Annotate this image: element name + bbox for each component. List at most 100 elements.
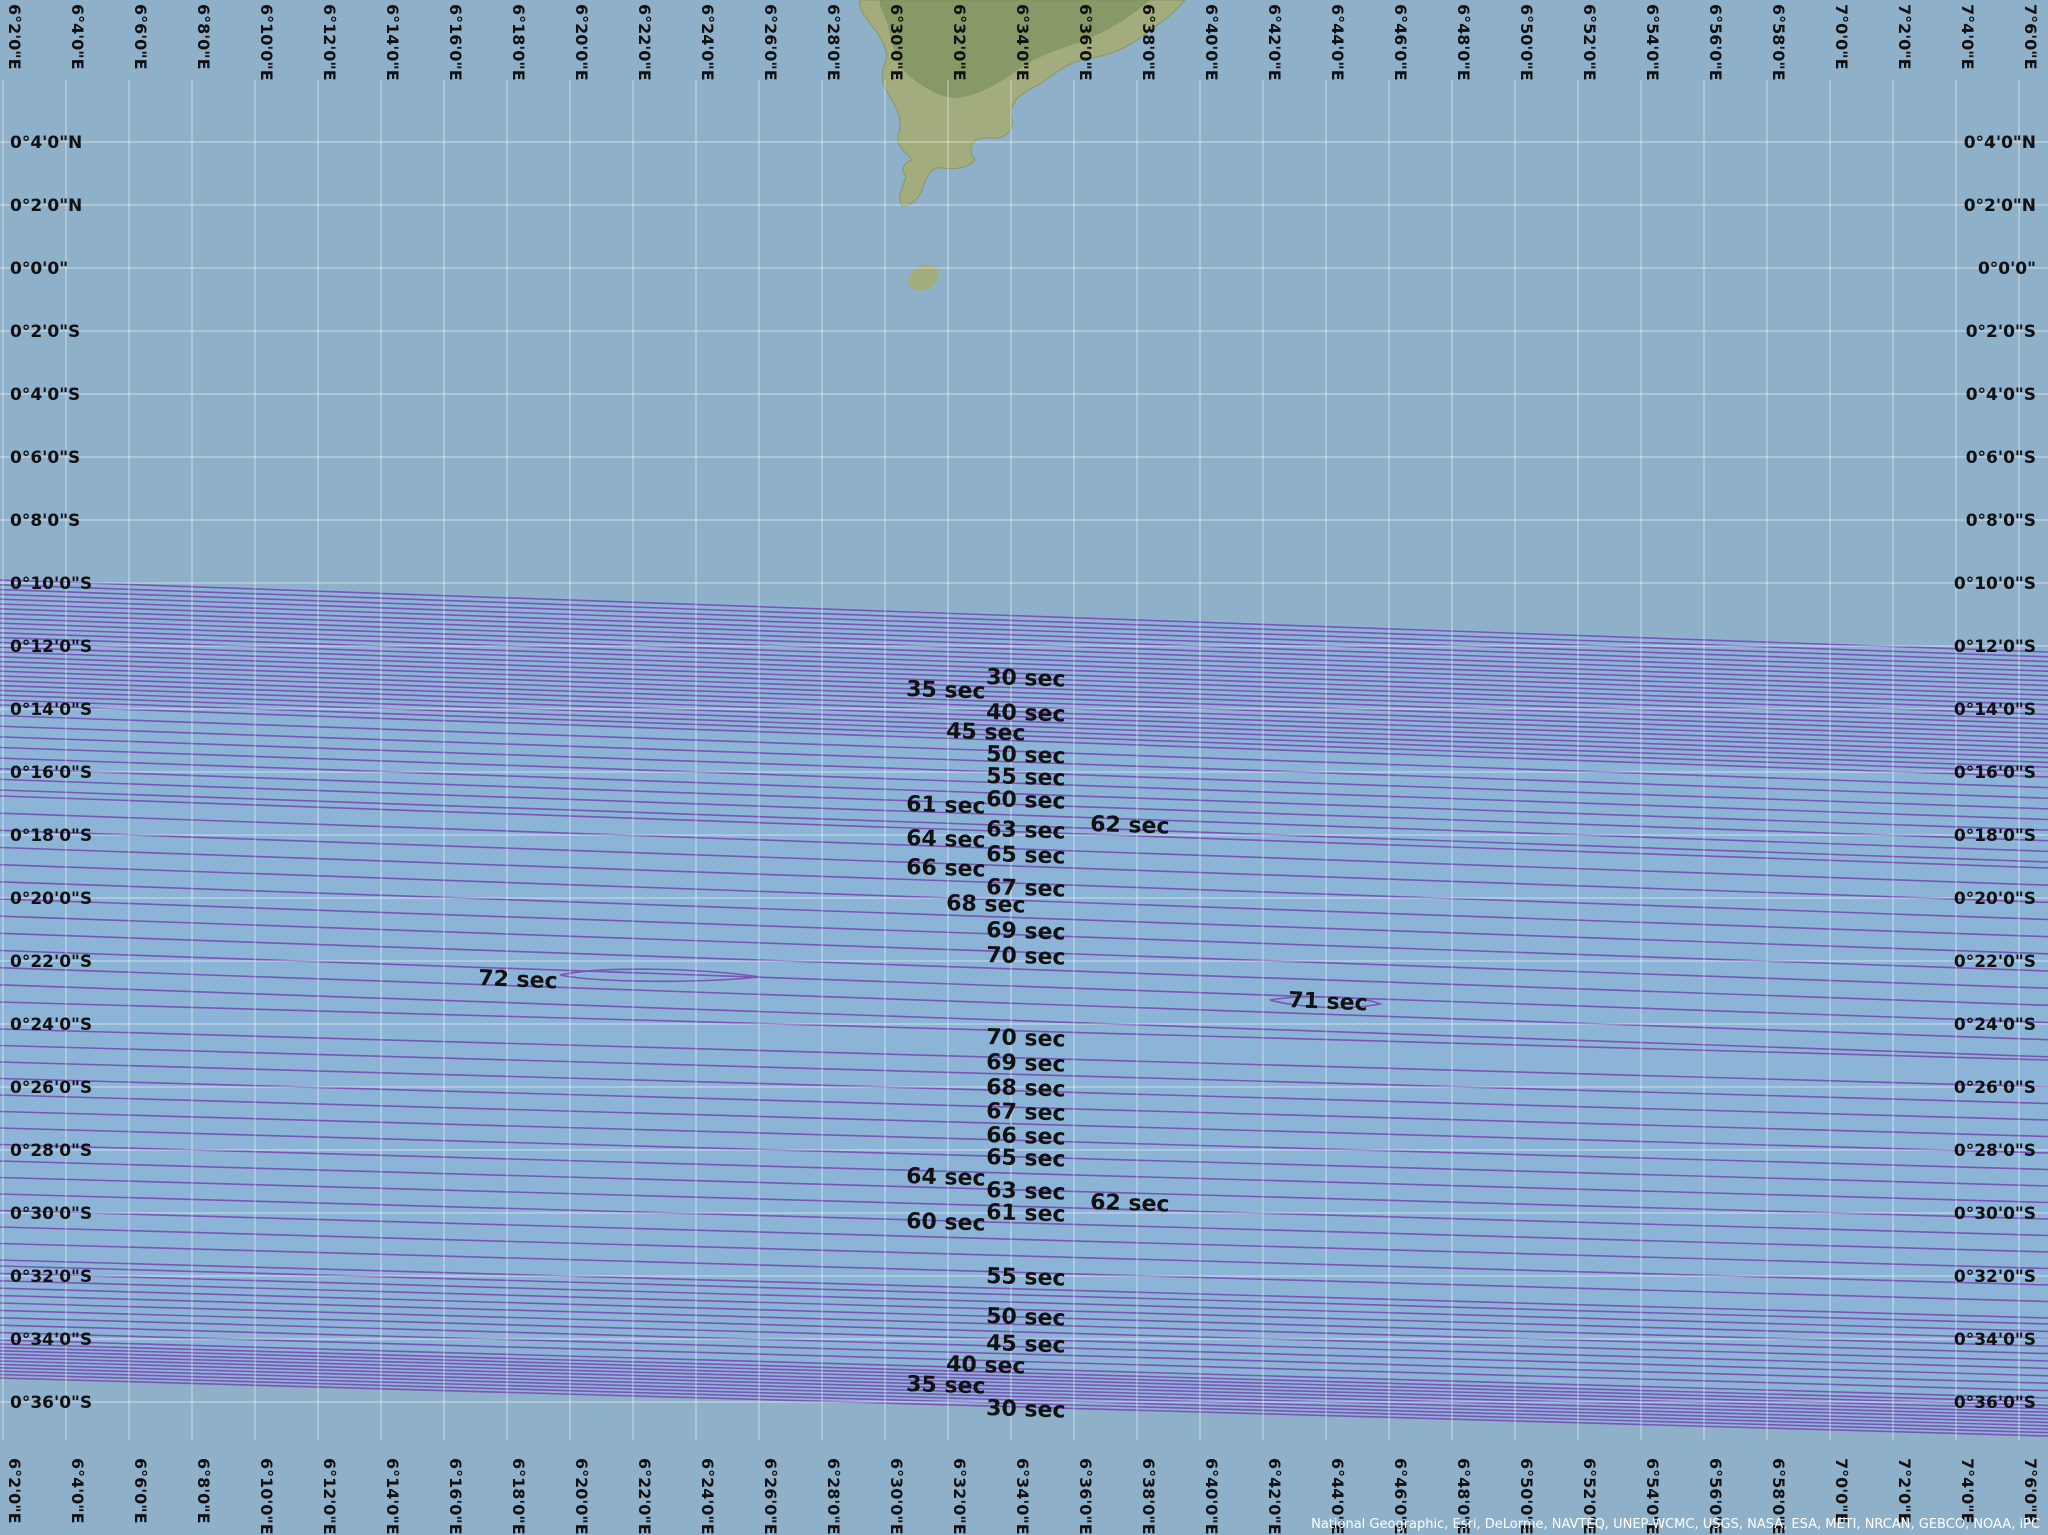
longitude-tick-label: 6°46'0"E	[1391, 4, 1410, 81]
latitude-tick-label: 0°16'0"S	[1954, 763, 2036, 783]
latitude-tick-label: 0°22'0"S	[1954, 952, 2036, 972]
contour-label: 68 sec	[986, 1075, 1066, 1102]
longitude-tick-label: 7°4'0"E	[1958, 1458, 1977, 1524]
longitude-tick-label: 6°14'0"E	[383, 4, 402, 81]
longitude-tick-label: 6°20'0"E	[572, 4, 591, 81]
latitude-tick-label: 0°14'0"S	[10, 700, 92, 720]
contour-label: 65 sec	[986, 1145, 1066, 1172]
longitude-tick-label: 6°36'0"E	[1076, 4, 1095, 81]
contour-label: 70 sec	[986, 943, 1066, 970]
latitude-tick-label: 0°8'0"S	[10, 511, 80, 531]
latitude-tick-label: 0°6'0"S	[1966, 448, 2036, 468]
latitude-tick-label: 0°6'0"S	[10, 448, 80, 468]
longitude-tick-label: 6°18'0"E	[509, 4, 528, 81]
contour-label: 69 sec	[986, 918, 1066, 945]
latitude-tick-label: 0°34'0"S	[10, 1330, 92, 1350]
latitude-tick-label: 0°34'0"S	[1954, 1330, 2036, 1350]
longitude-tick-label: 6°12'0"E	[320, 4, 339, 81]
latitude-tick-label: 0°32'0"S	[10, 1267, 92, 1287]
longitude-tick-label: 6°4'0"E	[68, 4, 87, 70]
contour-label: 68 sec	[946, 891, 1026, 918]
longitude-tick-label: 6°38'0"E	[1139, 1458, 1158, 1535]
longitude-tick-label: 7°6'0"E	[2021, 4, 2040, 70]
latitude-tick-label: 0°18'0"S	[1954, 826, 2036, 846]
longitude-tick-label: 7°2'0"E	[1895, 1458, 1914, 1524]
latitude-tick-label: 0°36'0"S	[10, 1393, 92, 1413]
longitude-tick-label: 6°34'0"E	[1013, 1458, 1032, 1535]
contour-label: 60 sec	[906, 1209, 986, 1236]
longitude-tick-label: 6°44'0"E	[1328, 4, 1347, 81]
latitude-tick-label: 0°4'0"N	[1964, 133, 2036, 153]
longitude-tick-label: 7°6'0"E	[2021, 1458, 2040, 1524]
longitude-tick-label: 6°38'0"E	[1139, 4, 1158, 81]
contour-label: 64 sec	[906, 1164, 986, 1191]
latitude-tick-label: 0°2'0"S	[10, 322, 80, 342]
contour-label: 50 sec	[986, 1304, 1066, 1331]
longitude-tick-label: 6°10'0"E	[257, 1458, 276, 1535]
contour-label: 69 sec	[986, 1050, 1066, 1077]
latitude-tick-label: 0°0'0"	[1978, 259, 2036, 279]
longitude-tick-label: 6°2'0"E	[5, 4, 24, 70]
longitude-tick-label: 6°2'0"E	[5, 1458, 24, 1524]
contour-label: 64 sec	[906, 826, 986, 853]
longitude-tick-label: 6°28'0"E	[824, 4, 843, 81]
longitude-tick-label: 6°58'0"E	[1769, 4, 1788, 81]
map-view[interactable]: 6°2'0"E 6°4'0"E 6°6'0"E 6°8'0"E 6°10'0"E 6°12…	[0, 0, 2048, 1535]
latitude-tick-label: 0°30'0"S	[1954, 1204, 2036, 1224]
latitude-tick-label: 0°30'0"S	[10, 1204, 92, 1224]
longitude-tick-label: 6°22'0"E	[635, 1458, 654, 1535]
longitude-tick-label: 6°26'0"E	[761, 1458, 780, 1535]
longitude-tick-label: 6°52'0"E	[1580, 4, 1599, 81]
map-attribution: National Geographic, Esri, DeLorme, NAVT…	[1311, 1517, 2040, 1532]
latitude-tick-label: 0°24'0"S	[1954, 1015, 2036, 1035]
latitude-tick-label: 0°2'0"N	[10, 196, 82, 216]
latitude-tick-label: 0°8'0"S	[1966, 511, 2036, 531]
contour-label: 55 sec	[986, 1264, 1066, 1291]
contour-label: 61 sec	[906, 792, 986, 819]
latitude-tick-label: 0°18'0"S	[10, 826, 92, 846]
latitude-tick-label: 0°36'0"S	[1954, 1393, 2036, 1413]
longitude-tick-label: 6°8'0"E	[194, 4, 213, 70]
latitude-tick-label: 0°12'0"S	[1954, 637, 2036, 657]
latitude-tick-label: 0°24'0"S	[10, 1015, 92, 1035]
map-canvas[interactable]: 6°2'0"E 6°4'0"E 6°6'0"E 6°8'0"E 6°10'0"E 6°12…	[0, 0, 2048, 1535]
longitude-tick-label: 7°2'0"E	[1895, 4, 1914, 70]
longitude-tick-label: 6°6'0"E	[131, 4, 150, 70]
contour-label: 62 sec	[1090, 812, 1170, 839]
longitude-tick-label: 6°26'0"E	[761, 4, 780, 81]
longitude-tick-label: 6°16'0"E	[446, 1458, 465, 1535]
longitude-tick-label: 6°16'0"E	[446, 4, 465, 81]
longitude-tick-label: 6°54'0"E	[1643, 4, 1662, 81]
longitude-tick-label: 6°30'0"E	[887, 1458, 906, 1535]
latitude-tick-label: 0°10'0"S	[10, 574, 92, 594]
latitude-tick-label: 0°28'0"S	[10, 1141, 92, 1161]
longitude-tick-label: 6°42'0"E	[1265, 4, 1284, 81]
longitude-tick-label: 6°40'0"E	[1202, 4, 1221, 81]
latitude-tick-label: 0°4'0"S	[1966, 385, 2036, 405]
latitude-labels-left: 0°4'0"N 0°2'0"N 0°0'0" 0°2'0"S 0°4'0"S 0°6'0"…	[10, 133, 92, 1413]
contour-label: 30 sec	[986, 1396, 1066, 1423]
latitude-tick-label: 0°10'0"S	[1954, 574, 2036, 594]
longitude-tick-label: 6°48'0"E	[1454, 4, 1473, 81]
contour-label: 35 sec	[906, 677, 986, 704]
latitude-tick-label: 0°20'0"S	[1954, 889, 2036, 909]
longitude-tick-label: 6°14'0"E	[383, 1458, 402, 1535]
contour-label: 70 sec	[986, 1025, 1066, 1052]
latitude-tick-label: 0°26'0"S	[10, 1078, 92, 1098]
latitude-tick-label: 0°2'0"S	[1966, 322, 2036, 342]
longitude-tick-label: 7°0'0"E	[1832, 1458, 1851, 1524]
longitude-tick-label: 6°42'0"E	[1265, 1458, 1284, 1535]
longitude-tick-label: 6°30'0"E	[887, 4, 906, 81]
contour-label: 35 sec	[906, 1372, 986, 1399]
contour-label: 60 sec	[986, 787, 1066, 814]
latitude-tick-label: 0°12'0"S	[10, 637, 92, 657]
contour-label: 62 sec	[1090, 1190, 1170, 1217]
contour-label: 63 sec	[986, 817, 1066, 844]
latitude-tick-label: 0°4'0"S	[10, 385, 80, 405]
longitude-tick-label: 6°24'0"E	[698, 1458, 717, 1535]
contour-label: 71 sec	[1288, 988, 1368, 1016]
latitude-tick-label: 0°14'0"S	[1954, 700, 2036, 720]
longitude-tick-label: 6°6'0"E	[131, 1458, 150, 1524]
longitude-tick-label: 6°32'0"E	[950, 1458, 969, 1535]
longitude-tick-label: 6°28'0"E	[824, 1458, 843, 1535]
